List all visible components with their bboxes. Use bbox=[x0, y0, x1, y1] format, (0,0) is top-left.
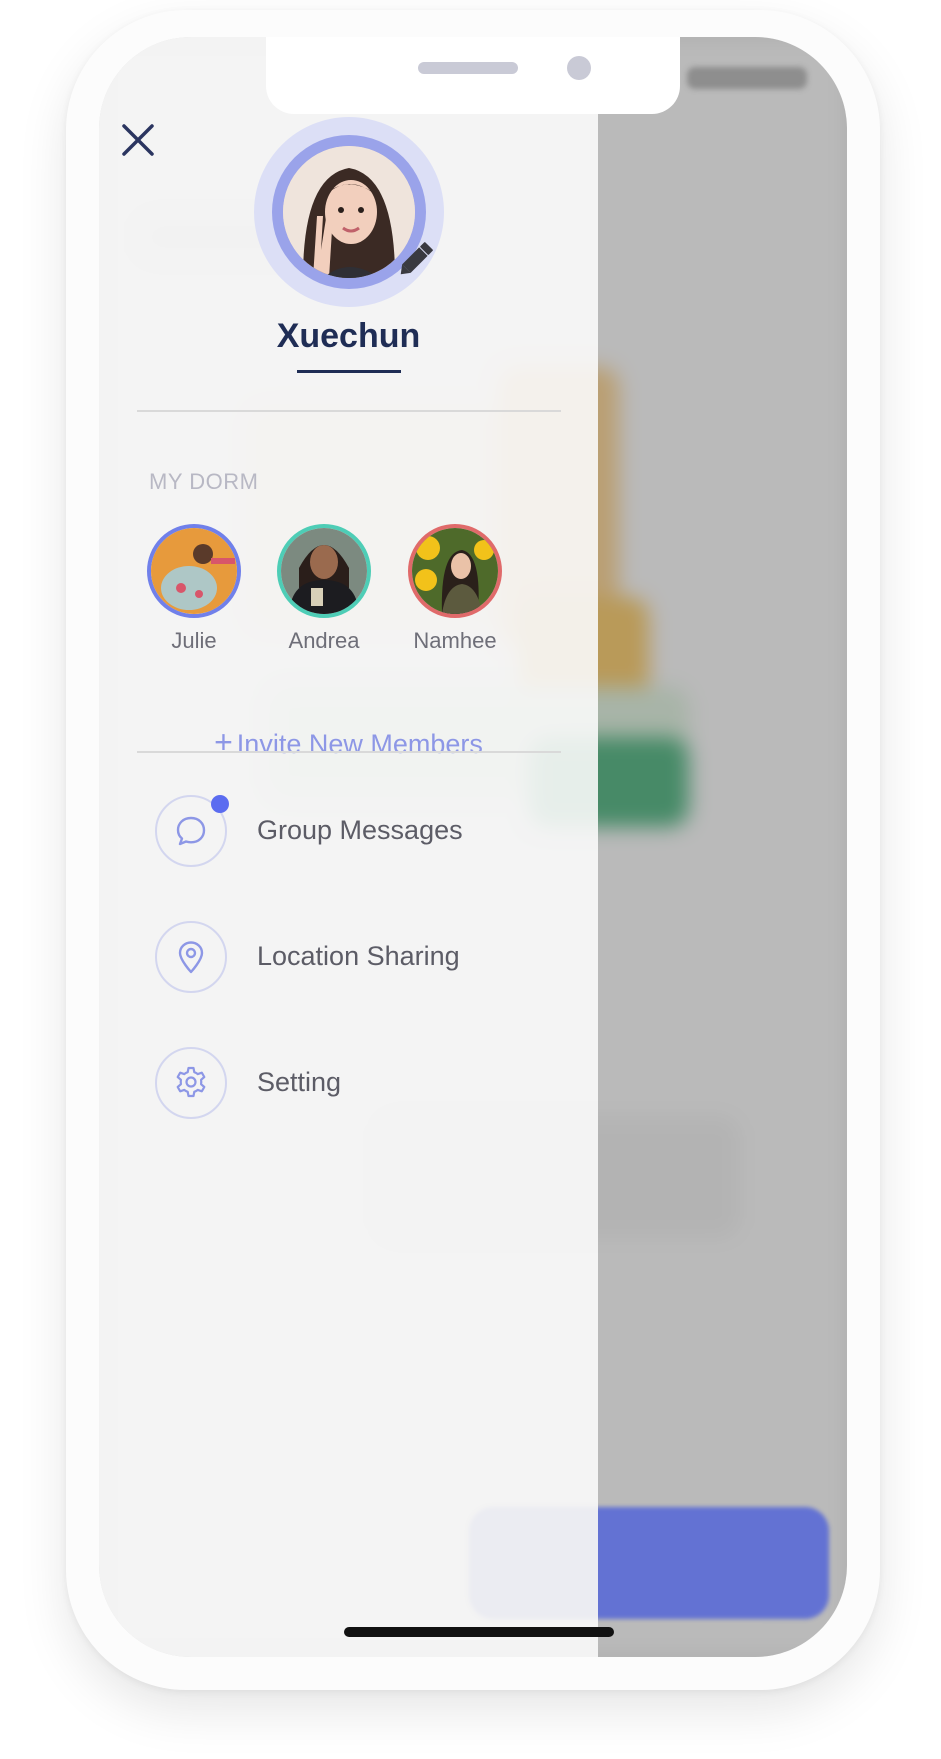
side-drawer: Xuechun MY DORM Julie Andrea Namhee + In… bbox=[99, 37, 598, 1657]
invite-members-button[interactable]: + Invite New Members bbox=[99, 724, 598, 761]
menu-icon-circle bbox=[155, 1047, 227, 1119]
menu-setting[interactable]: Setting bbox=[155, 1047, 555, 1123]
member-avatar bbox=[408, 524, 502, 618]
dorm-member-andrea[interactable]: Andrea bbox=[269, 524, 379, 654]
close-icon bbox=[122, 124, 154, 156]
member-avatar bbox=[277, 524, 371, 618]
plus-icon: + bbox=[214, 724, 233, 760]
invite-label: Invite New Members bbox=[236, 729, 483, 759]
chat-bubble-icon bbox=[176, 816, 206, 846]
location-pin-icon bbox=[178, 941, 204, 974]
front-camera bbox=[567, 56, 591, 80]
menu-icon-circle bbox=[155, 921, 227, 993]
menu-group-messages[interactable]: Group Messages bbox=[155, 795, 555, 871]
home-indicator[interactable] bbox=[344, 1627, 614, 1637]
speaker-grille bbox=[418, 62, 518, 74]
notch bbox=[266, 37, 680, 114]
dorm-member-julie[interactable]: Julie bbox=[139, 524, 249, 654]
phone-screen: Xuechun MY DORM Julie Andrea Namhee + In… bbox=[99, 37, 847, 1657]
dorm-member-namhee[interactable]: Namhee bbox=[400, 524, 510, 654]
member-name: Andrea bbox=[288, 628, 360, 653]
profile-name: Xuechun bbox=[276, 317, 421, 355]
menu-label: Setting bbox=[257, 1067, 342, 1097]
member-name: Julie bbox=[171, 628, 217, 653]
menu-label: Location Sharing bbox=[257, 941, 460, 971]
profile-name-underline bbox=[297, 370, 401, 373]
gear-icon bbox=[176, 1066, 206, 1098]
status-bar-icons bbox=[687, 67, 807, 89]
divider-top bbox=[137, 410, 561, 412]
divider-middle bbox=[137, 751, 561, 753]
edit-profile-button[interactable] bbox=[394, 235, 440, 281]
close-button[interactable] bbox=[121, 123, 155, 157]
menu-location-sharing[interactable]: Location Sharing bbox=[155, 921, 555, 997]
member-avatar bbox=[147, 524, 241, 618]
my-dorm-label: MY DORM bbox=[149, 469, 259, 494]
pencil-icon bbox=[400, 242, 433, 275]
profile-avatar[interactable] bbox=[254, 117, 444, 307]
dim-overlay[interactable] bbox=[598, 37, 847, 1657]
member-name: Namhee bbox=[413, 628, 497, 653]
unread-badge bbox=[211, 795, 229, 813]
avatar-ring bbox=[272, 135, 433, 289]
menu-label: Group Messages bbox=[257, 815, 463, 845]
